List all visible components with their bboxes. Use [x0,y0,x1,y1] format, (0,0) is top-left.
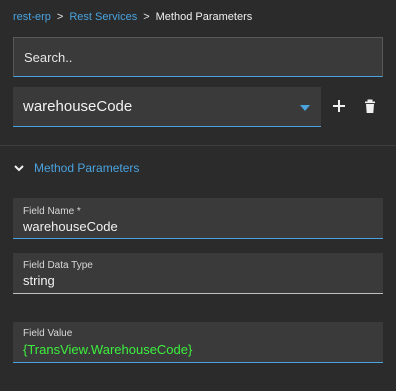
add-parameter-button[interactable] [332,99,346,113]
breadcrumb-separator: > [56,11,64,23]
method-parameters-panel: rest-erp > Rest Services > Method Parame… [0,0,396,391]
parameter-select-value: warehouseCode [23,98,133,115]
field-value-label: Field Value [23,328,73,339]
field-name-input[interactable]: Field Name * warehouseCode [13,198,383,239]
chevron-down-icon [13,162,25,174]
breadcrumb: rest-erp > Rest Services > Method Parame… [13,9,252,25]
delete-parameter-button[interactable] [363,99,377,113]
field-name-value: warehouseCode [23,219,118,234]
field-value-value: {TransView.WarehouseCode} [23,342,193,357]
breadcrumb-item-rest-services[interactable]: Rest Services [69,11,137,23]
field-data-type-input[interactable]: Field Data Type string [13,253,383,294]
field-name-label: Field Name * [23,206,81,217]
trash-icon [365,99,375,113]
search-box [13,37,383,77]
section-divider [0,145,396,146]
breadcrumb-separator: > [143,11,150,23]
parameter-select[interactable]: warehouseCode [13,87,321,127]
field-data-type-label: Field Data Type [23,260,93,271]
field-data-type-value: string [23,273,55,288]
search-input[interactable] [14,38,382,76]
section-title: Method Parameters [34,161,140,175]
caret-down-icon [300,105,310,111]
section-header-method-parameters[interactable]: Method Parameters [13,158,139,178]
breadcrumb-item-rest-erp[interactable]: rest-erp [13,11,51,23]
field-value-input[interactable]: Field Value {TransView.WarehouseCode} [13,322,383,363]
breadcrumb-item-method-parameters: Method Parameters [155,11,253,23]
